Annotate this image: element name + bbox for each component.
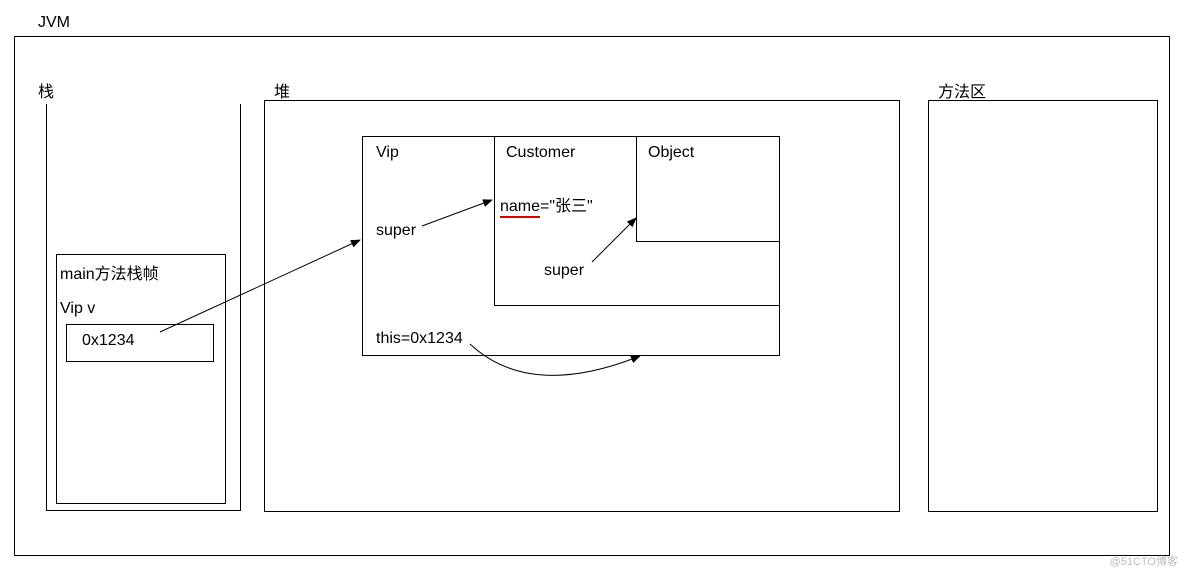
customer-box-label: Customer <box>506 144 575 162</box>
main-stack-frame <box>56 254 226 504</box>
this-pointer-label: this=0x1234 <box>376 330 463 348</box>
name-value: ="张三" <box>540 198 593 215</box>
stack-bottom-line <box>46 510 241 511</box>
watermark: @51CTO博客 <box>1110 553 1178 569</box>
stack-label: 栈 <box>38 78 54 102</box>
heap-label: 堆 <box>274 78 290 102</box>
name-field: name="张三" <box>500 192 593 218</box>
object-box-label: Object <box>648 144 694 162</box>
main-frame-label: main方法栈帧 <box>60 260 159 284</box>
address-value: 0x1234 <box>82 332 135 350</box>
vip-box-label: Vip <box>376 144 399 162</box>
super2-label: super <box>544 262 584 280</box>
super1-label: super <box>376 222 416 240</box>
method-area-container <box>928 100 1158 512</box>
name-underlined: name <box>500 198 540 218</box>
method-area-label: 方法区 <box>938 78 986 102</box>
vip-variable-label: Vip v <box>60 300 95 318</box>
stack-right-line <box>240 104 241 510</box>
stack-left-line <box>46 104 47 510</box>
jvm-label: JVM <box>38 14 70 32</box>
